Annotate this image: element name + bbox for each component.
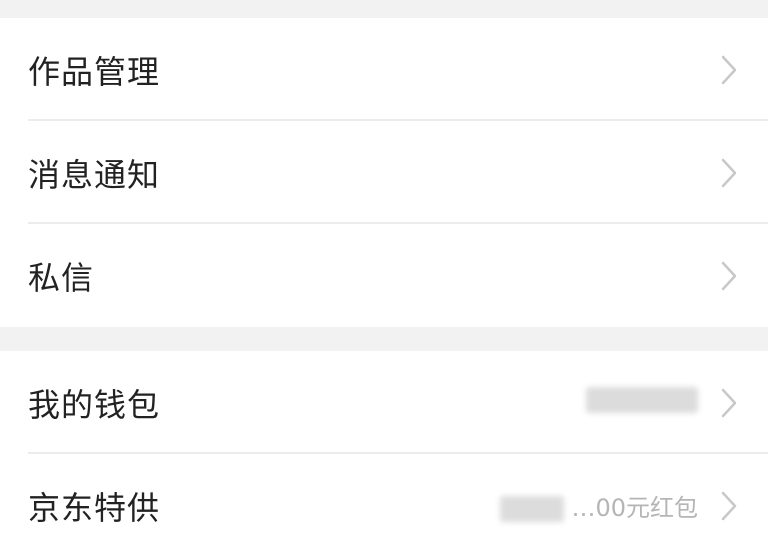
menu-item-label: 作品管理 (28, 52, 161, 91)
redacted-value (586, 386, 698, 413)
jd-promo-text: …00元红包 (571, 494, 698, 522)
wallet-balance-redacted (586, 386, 698, 419)
chevron-right-icon (720, 157, 738, 189)
menu-item-notifications[interactable]: 消息通知 (0, 121, 768, 224)
menu-item-label: 消息通知 (28, 155, 161, 194)
menu-item-works-management[interactable]: 作品管理 (0, 18, 768, 121)
group-separator (0, 327, 768, 351)
menu-item-label: 私信 (28, 258, 95, 297)
redacted-value (499, 496, 564, 522)
menu-item-private-messages[interactable]: 私信 (0, 224, 768, 327)
menu-item-jd-special[interactable]: 京东特供 …00元红包 (0, 454, 768, 557)
chevron-right-icon (720, 260, 738, 292)
top-spacer (0, 0, 768, 18)
jd-promo-value: …00元红包 (499, 488, 698, 523)
chevron-right-icon (720, 387, 738, 419)
chevron-right-icon (720, 490, 738, 522)
menu-item-label: 我的钱包 (28, 385, 161, 424)
settings-group-2: 我的钱包 京东特供 …00元红包 (0, 351, 768, 557)
settings-group-1: 作品管理 消息通知 私信 (0, 18, 768, 327)
menu-item-label: 京东特供 (28, 488, 161, 527)
menu-item-wallet[interactable]: 我的钱包 (0, 351, 768, 454)
chevron-right-icon (720, 54, 738, 86)
